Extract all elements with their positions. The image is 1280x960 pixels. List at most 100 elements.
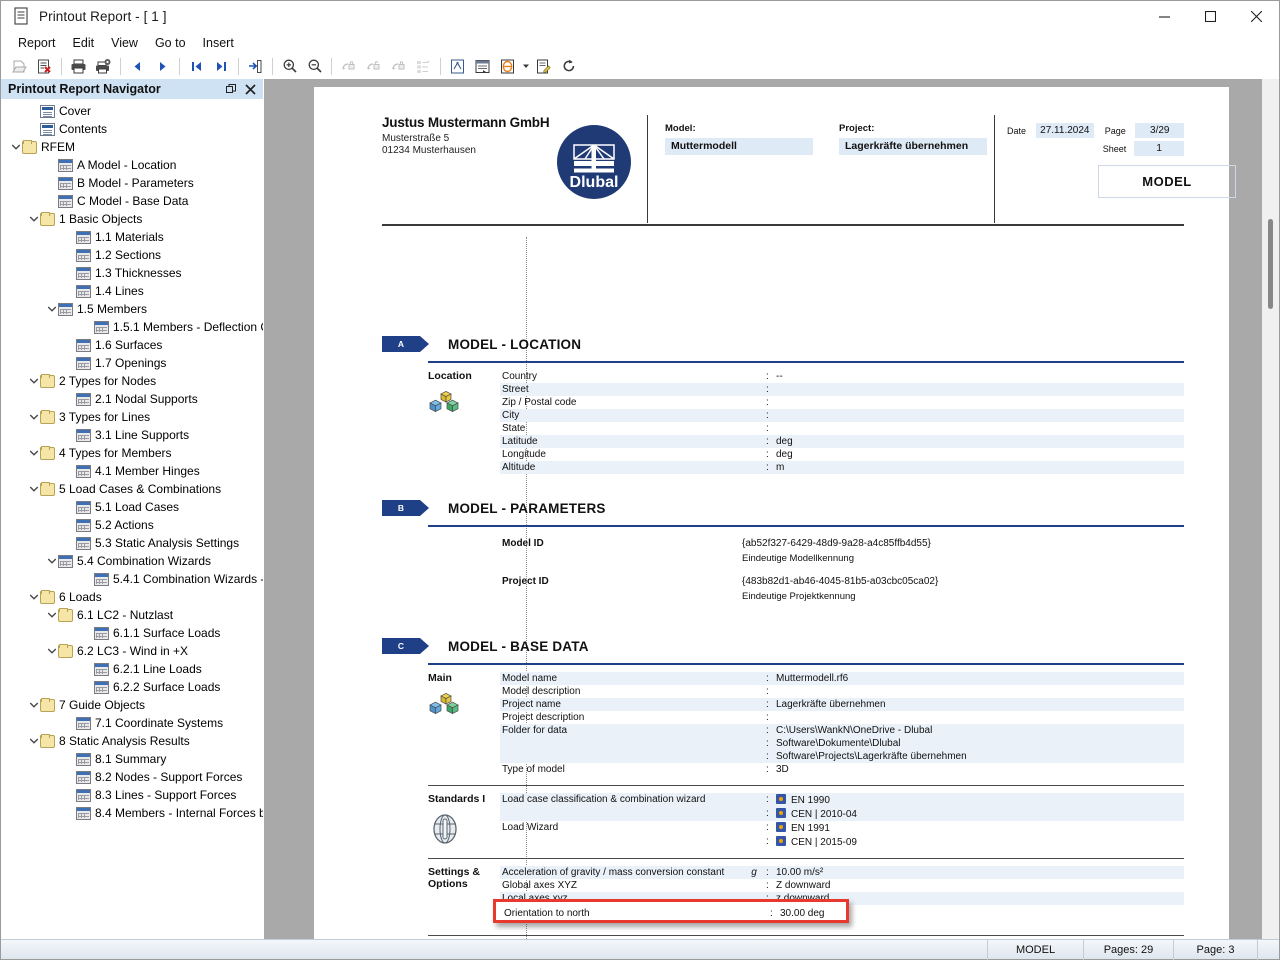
report-section: BMODEL - PARAMETERSModel ID{ab52f327-642… (382, 499, 1184, 602)
chevron-down-icon[interactable] (45, 606, 58, 624)
tree-item[interactable]: 6 Loads (1, 588, 263, 606)
tree-item[interactable]: 5.4 Combination Wizards (1, 552, 263, 570)
tree-item[interactable]: 6.2.2 Surface Loads (1, 678, 263, 696)
zoom-out-icon[interactable] (302, 54, 327, 78)
menu-view[interactable]: View (103, 33, 147, 53)
menu-edit[interactable]: Edit (65, 33, 104, 53)
tree-item[interactable]: RFEM (1, 138, 263, 156)
tree-item-label: 1.5 Members (77, 300, 147, 318)
tree-item[interactable]: 1.1 Materials (1, 228, 263, 246)
row-colon: : (766, 409, 776, 422)
chevron-down-icon[interactable] (27, 372, 40, 390)
doc-icon (40, 105, 55, 118)
tree-item[interactable]: 1.4 Lines (1, 282, 263, 300)
chevron-down-icon[interactable] (45, 552, 58, 570)
tree-item[interactable]: 1.5.1 Members - Deflection C… (1, 318, 263, 336)
tree-item[interactable]: 8 Static Analysis Results (1, 732, 263, 750)
tree-item[interactable]: 1.5 Members (1, 300, 263, 318)
tree-item[interactable]: 1.6 Surfaces (1, 336, 263, 354)
menu-insert[interactable]: Insert (195, 33, 243, 53)
chevron-down-icon[interactable] (27, 408, 40, 426)
tree-item[interactable]: 1.3 Thicknesses (1, 264, 263, 282)
next-page-icon[interactable] (150, 54, 175, 78)
print-icon[interactable] (66, 54, 91, 78)
close-button[interactable] (1233, 1, 1279, 32)
tree-item[interactable]: 7.1 Coordinate Systems (1, 714, 263, 732)
tree-item[interactable]: 4.1 Member Hinges (1, 462, 263, 480)
tree-item[interactable]: Contents (1, 120, 263, 138)
navigator-tree[interactable]: CoverContentsRFEMA Model - LocationB Mod… (1, 99, 263, 939)
chevron-down-icon[interactable] (27, 732, 40, 750)
row-value: 30.00 deg (776, 905, 1184, 918)
tree-item[interactable]: 1 Basic Objects (1, 210, 263, 228)
row-value: Muttermodell.rf6 (776, 672, 1184, 685)
page-meta-block: Date 27.11.2024 Page 3/29 Sheet 1 MODEL (1007, 123, 1184, 198)
tree-item[interactable]: 6.1.1 Surface Loads (1, 624, 263, 642)
twisty-empty (45, 156, 58, 174)
tree-item[interactable]: 8.4 Members - Internal Forces by… (1, 804, 263, 822)
tree-item[interactable]: 5.4.1 Combination Wizards - … (1, 570, 263, 588)
insert-page-break-icon[interactable] (243, 54, 268, 78)
row-value-text: Lagerkräfte übernehmen (776, 699, 886, 710)
tree-item[interactable]: C Model - Base Data (1, 192, 263, 210)
row-colon: : (766, 672, 776, 685)
menu-report[interactable]: Report (10, 33, 65, 53)
tree-item[interactable]: 7 Guide Objects (1, 696, 263, 714)
tree-item[interactable]: 1.7 Openings (1, 354, 263, 372)
tree-item[interactable]: 5 Load Cases & Combinations (1, 480, 263, 498)
minimize-button[interactable] (1141, 1, 1187, 32)
tree-item[interactable]: 5.1 Load Cases (1, 498, 263, 516)
tree-item[interactable]: 5.3 Static Analysis Settings (1, 534, 263, 552)
tree-item[interactable]: 8.1 Summary (1, 750, 263, 768)
chevron-down-icon[interactable] (27, 480, 40, 498)
refresh-icon[interactable] (556, 54, 581, 78)
scrollbar-thumb[interactable] (1268, 219, 1273, 309)
close-icon[interactable] (242, 81, 259, 97)
edit-template-icon[interactable] (531, 54, 556, 78)
export-dropdown-caret-icon[interactable] (520, 54, 531, 78)
chevron-down-icon[interactable] (9, 138, 22, 156)
row-colon: : (766, 711, 776, 724)
export-icon[interactable] (495, 54, 520, 78)
tree-item[interactable]: 3.1 Line Supports (1, 426, 263, 444)
tree-item[interactable]: A Model - Location (1, 156, 263, 174)
print-setup-icon[interactable] (91, 54, 116, 78)
tree-item[interactable]: B Model - Parameters (1, 174, 263, 192)
maximize-button[interactable] (1187, 1, 1233, 32)
header-footer-icon[interactable] (470, 54, 495, 78)
tree-item[interactable]: 8.2 Nodes - Support Forces (1, 768, 263, 786)
chevron-down-icon[interactable] (27, 588, 40, 606)
tree-item[interactable]: Cover (1, 102, 263, 120)
first-page-icon[interactable] (184, 54, 209, 78)
tree-item[interactable]: 6.1 LC2 - Nutzlast (1, 606, 263, 624)
tree-item-label: 1.6 Surfaces (95, 336, 162, 354)
vertical-scrollbar[interactable] (1262, 79, 1279, 939)
tree-item[interactable]: 1.2 Sections (1, 246, 263, 264)
tree-item[interactable]: 6.2 LC3 - Wind in +X (1, 642, 263, 660)
tree-item[interactable]: 5.2 Actions (1, 516, 263, 534)
tree-item[interactable]: 4 Types for Members (1, 444, 263, 462)
row-value-text: m (776, 462, 784, 473)
zoom-in-icon[interactable] (277, 54, 302, 78)
chevron-down-icon[interactable] (27, 696, 40, 714)
float-icon[interactable] (223, 81, 240, 97)
menu-goto[interactable]: Go to (147, 33, 195, 53)
tree-item[interactable]: 8.3 Lines - Support Forces (1, 786, 263, 804)
chevron-down-icon[interactable] (45, 642, 58, 660)
delete-report-icon[interactable] (32, 54, 57, 78)
tree-item[interactable]: 2.1 Nodal Supports (1, 390, 263, 408)
document-viewport[interactable]: Justus Mustermann GmbH Musterstraße 5 01… (264, 79, 1279, 939)
twisty-empty (81, 570, 94, 588)
last-page-icon[interactable] (209, 54, 234, 78)
chevron-down-icon[interactable] (27, 210, 40, 228)
open-report-icon[interactable] (7, 54, 32, 78)
tree-item[interactable]: 2 Types for Nodes (1, 372, 263, 390)
tree-item[interactable]: 3 Types for Lines (1, 408, 263, 426)
data-row: Load Wizard:EN 1991 (500, 821, 1184, 835)
page-layout-icon[interactable] (445, 54, 470, 78)
chevron-down-icon[interactable] (45, 300, 58, 318)
tree-item[interactable]: 6.2.1 Line Loads (1, 660, 263, 678)
chevron-down-icon[interactable] (27, 444, 40, 462)
previous-page-icon[interactable] (125, 54, 150, 78)
twisty-empty (63, 714, 76, 732)
